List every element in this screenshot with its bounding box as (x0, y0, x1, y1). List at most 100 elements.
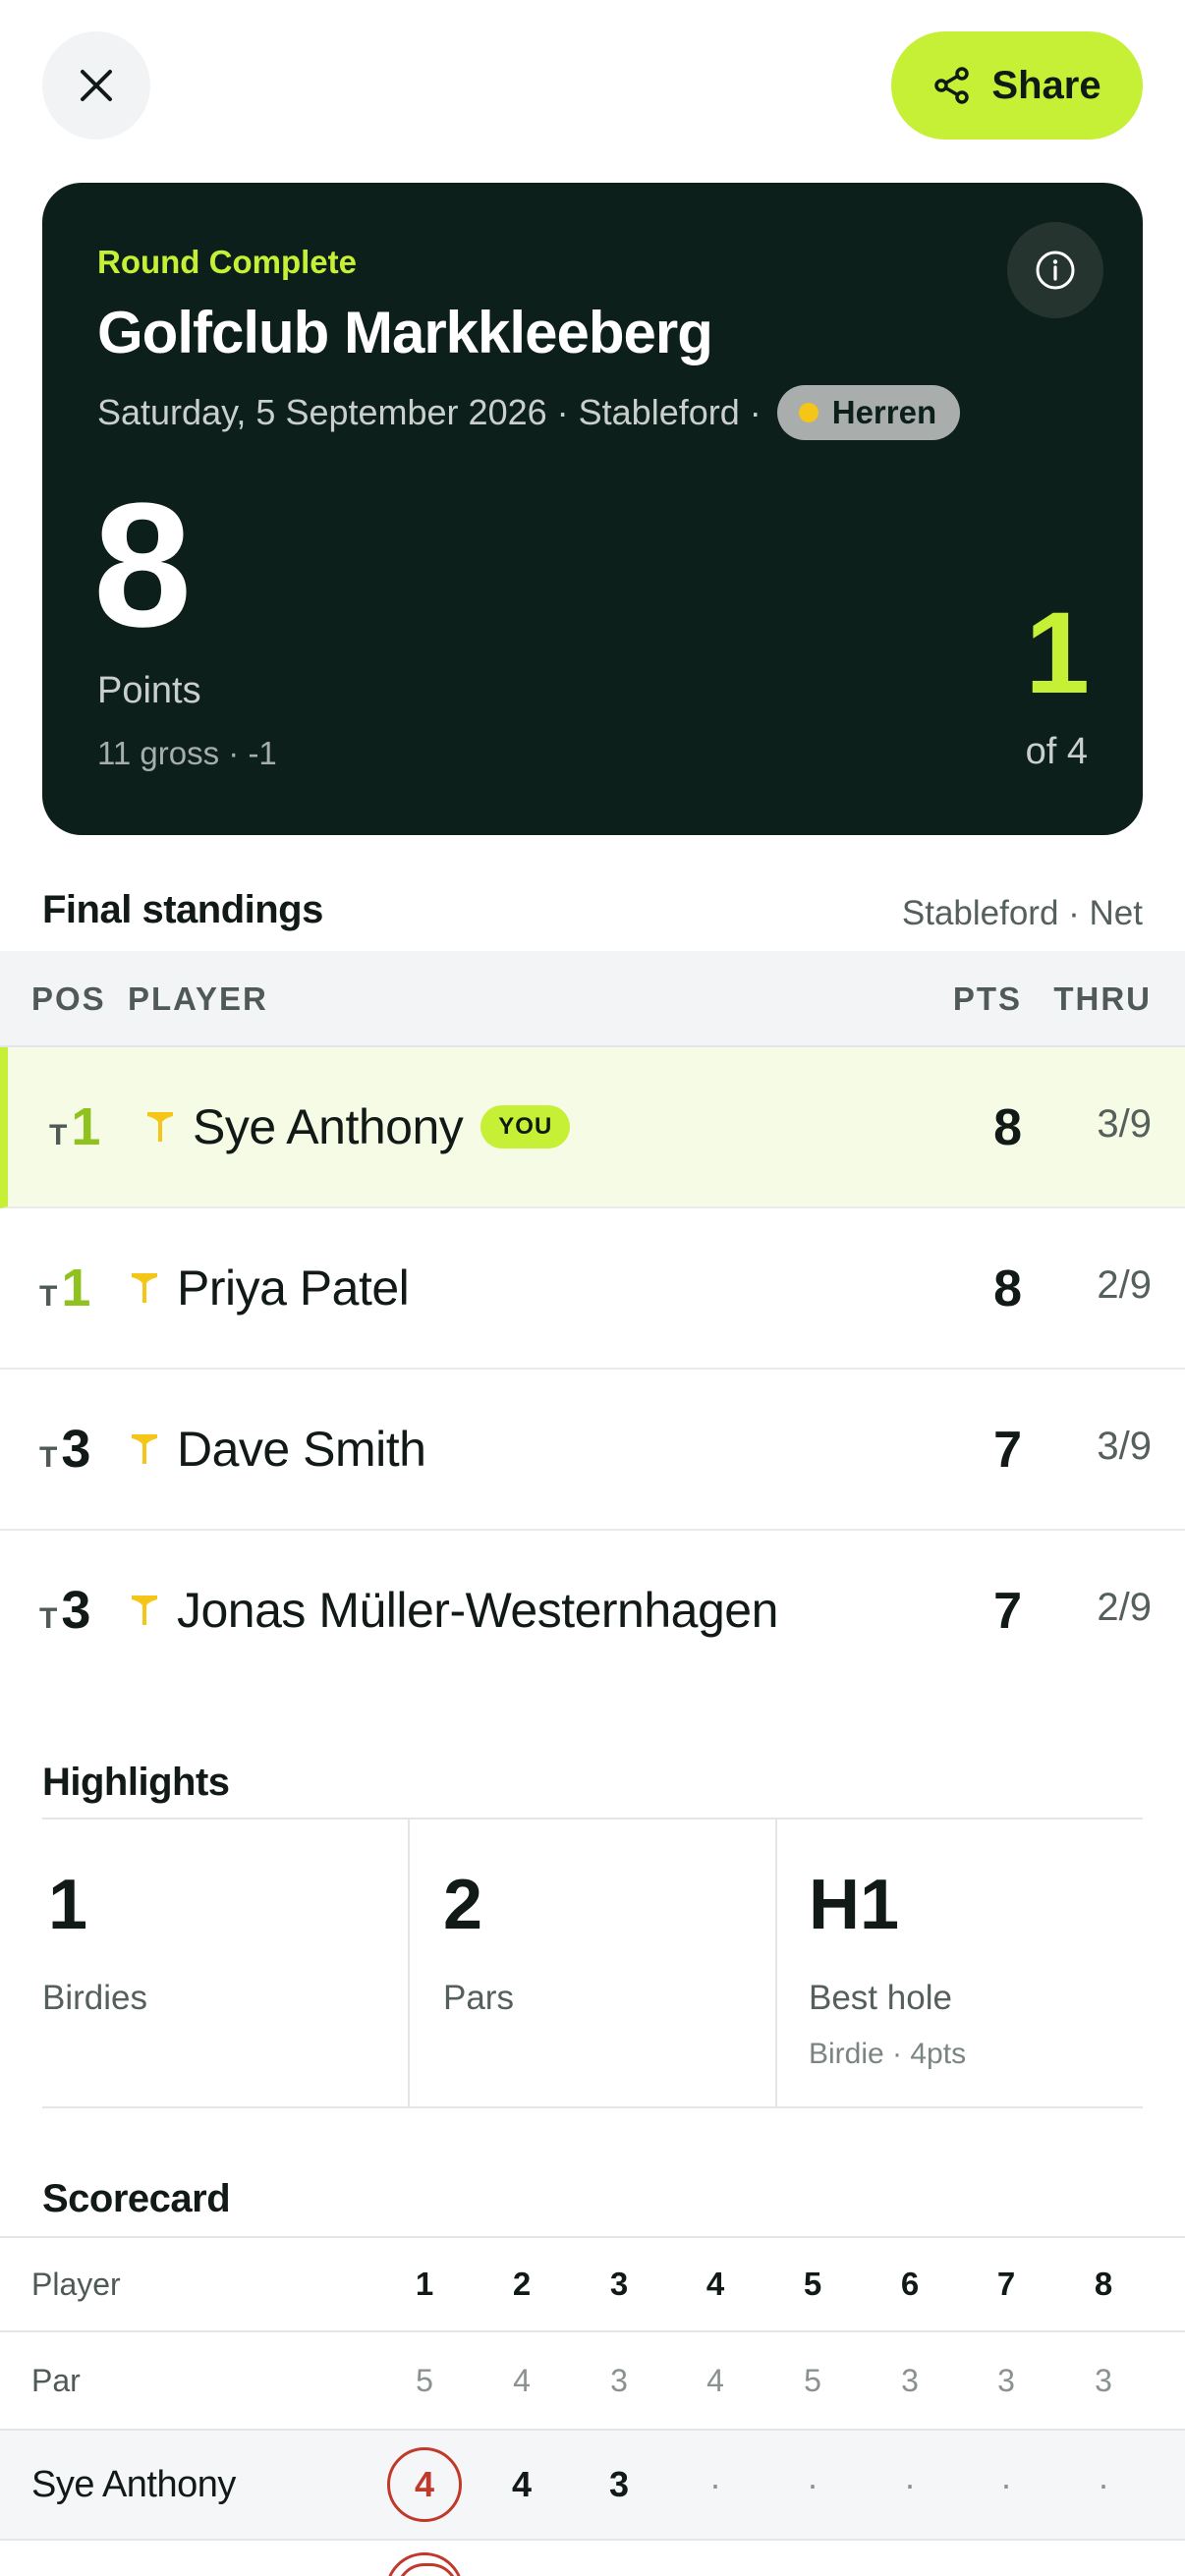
player-thru: 2/9 (1097, 1586, 1152, 1629)
scorecard-par-row: Par 5 4 3 4 5 3 3 3 (0, 2330, 1185, 2429)
highlight-label: Birdies (42, 1979, 147, 2017)
highlight-pars: 2 Pars (410, 1820, 777, 2106)
close-button[interactable] (42, 31, 150, 140)
share-label: Share (991, 63, 1101, 107)
scorecard-header-row: Player 1 2 3 4 5 6 7 8 (0, 2236, 1185, 2330)
round-meta: Saturday, 5 September 2026 · Stableford … (97, 385, 961, 440)
tee-icon (132, 1273, 157, 1303)
highlight-value: 2 (443, 1866, 483, 1944)
position-number: 1 (61, 1259, 91, 1317)
gross-summary: 11 gross · -1 (97, 735, 277, 771)
highlight-label: Pars (443, 1979, 514, 2017)
position-number: 1 (71, 1097, 101, 1156)
hole-par: 3 (901, 2362, 919, 2398)
highlight-birdies: 1 Birdies (42, 1820, 410, 2106)
meta-separator: · (556, 392, 569, 432)
scorecard-table: Player 1 2 3 4 5 6 7 8 Par 5 4 3 4 5 3 3… (0, 2236, 1185, 2576)
par-label: Par (31, 2362, 81, 2398)
hole-par: 5 (804, 2362, 821, 2398)
standings-row[interactable]: T 3 Dave Smith 7 3/9 (0, 1370, 1185, 1531)
points-label: Points (97, 670, 201, 711)
player-column-header: Player (31, 2266, 121, 2302)
position-number: 3 (61, 1581, 91, 1640)
hole-number: 4 (705, 2266, 725, 2302)
player-points: 8 (993, 1260, 1022, 1317)
course-name: Golfclub Markkleeberg (97, 300, 713, 365)
points-total: 8 (93, 467, 193, 664)
col-player: PLAYER (128, 980, 268, 1017)
hole-par: 3 (1095, 2362, 1112, 2398)
col-pts: PTS (952, 980, 1022, 1017)
close-icon (81, 70, 112, 101)
standings-row[interactable]: T 1 Sye Anthony YOU 8 3/9 (0, 1047, 1185, 1208)
scorecard-player-row[interactable]: Sye Anthony 4 4 3 · · · · · (0, 2429, 1185, 2539)
standings-subtitle: Stableford · Net (901, 894, 1143, 932)
position: T 3 (39, 1419, 90, 1480)
tee-icon (132, 1434, 157, 1464)
hole-score: · (807, 2464, 818, 2504)
player-points: 7 (993, 1583, 1022, 1640)
hole-score: 3 (608, 2464, 630, 2504)
player-name: Jonas Müller-Westernhagen (177, 1583, 778, 1638)
col-pos: POS (31, 980, 106, 1017)
position: T 1 (39, 1258, 90, 1318)
scorecard-title: Scorecard (42, 2177, 231, 2220)
hole-par: 5 (416, 2362, 433, 2398)
highlights-grid: 1 Birdies 2 Pars H1 Best hole Birdie · 4… (42, 1818, 1143, 2108)
hole-score: · (709, 2464, 721, 2504)
scorecard-next-row (0, 2539, 1185, 2576)
share-button[interactable]: Share (891, 31, 1143, 140)
highlight-value: H1 (809, 1866, 900, 1944)
hole-score: · (1098, 2464, 1109, 2504)
info-button[interactable] (1007, 222, 1103, 318)
tee-label: Herren (831, 394, 937, 430)
position-number: 3 (61, 1420, 91, 1479)
hole-score: 4 (511, 2464, 533, 2504)
tee-icon (132, 1596, 157, 1625)
col-thru: THRU (1053, 980, 1152, 1017)
player-points: 7 (993, 1422, 1022, 1479)
share-icon (934, 67, 970, 104)
hole-number: 6 (900, 2266, 920, 2302)
birdie-circle: 4 (387, 2447, 462, 2522)
highlights-title: Highlights (42, 1761, 230, 1804)
highlight-best-hole: H1 Best hole Birdie · 4pts (777, 1820, 1143, 2106)
hole-score: · (904, 2464, 916, 2504)
hole-number: 5 (803, 2266, 822, 2302)
you-badge: YOU (480, 1105, 571, 1148)
scorecard-player-name: Sye Anthony (31, 2463, 236, 2505)
final-position: 1 (1025, 588, 1090, 718)
meta-separator: · (749, 392, 762, 432)
hole-par: 4 (513, 2362, 531, 2398)
round-date: Saturday, 5 September 2026 (97, 392, 547, 432)
highlight-value: 1 (48, 1866, 88, 1944)
hole-par: 3 (610, 2362, 628, 2398)
position: T 3 (39, 1580, 90, 1641)
eagle-circle (385, 2552, 464, 2576)
position: T 1 (49, 1096, 100, 1157)
standings-row[interactable]: T 3 Jonas Müller-Westernhagen 7 2/9 (0, 1531, 1185, 1692)
player-thru: 2/9 (1097, 1263, 1152, 1307)
player-name-text: Sye Anthony (193, 1099, 464, 1154)
hole-score-birdie: 4 (385, 2431, 464, 2539)
hole-par: 3 (997, 2362, 1015, 2398)
standings-row[interactable]: T 1 Priya Patel 8 2/9 (0, 1208, 1185, 1370)
hole-score: · (1000, 2464, 1012, 2504)
hole-number: 8 (1094, 2266, 1113, 2302)
hole-number: 2 (512, 2266, 532, 2302)
info-icon (1036, 251, 1075, 290)
highlight-label: Best hole (809, 1979, 952, 2017)
tee-color-dot (798, 403, 818, 422)
round-status: Round Complete (97, 244, 357, 280)
round-format: Stableford (578, 392, 740, 432)
tee-badge: Herren (776, 385, 961, 440)
player-name: Dave Smith (177, 1422, 426, 1477)
round-summary-card: Round Complete Golfclub Markkleeberg Sat… (42, 183, 1143, 835)
tee-icon (147, 1112, 173, 1142)
player-points: 8 (993, 1099, 1022, 1156)
field-size: of 4 (1025, 731, 1088, 772)
player-name: Sye Anthony YOU (193, 1098, 571, 1155)
hole-number: 3 (609, 2266, 629, 2302)
standings-title: Final standings (42, 888, 323, 931)
tie-marker: T (39, 1441, 58, 1474)
